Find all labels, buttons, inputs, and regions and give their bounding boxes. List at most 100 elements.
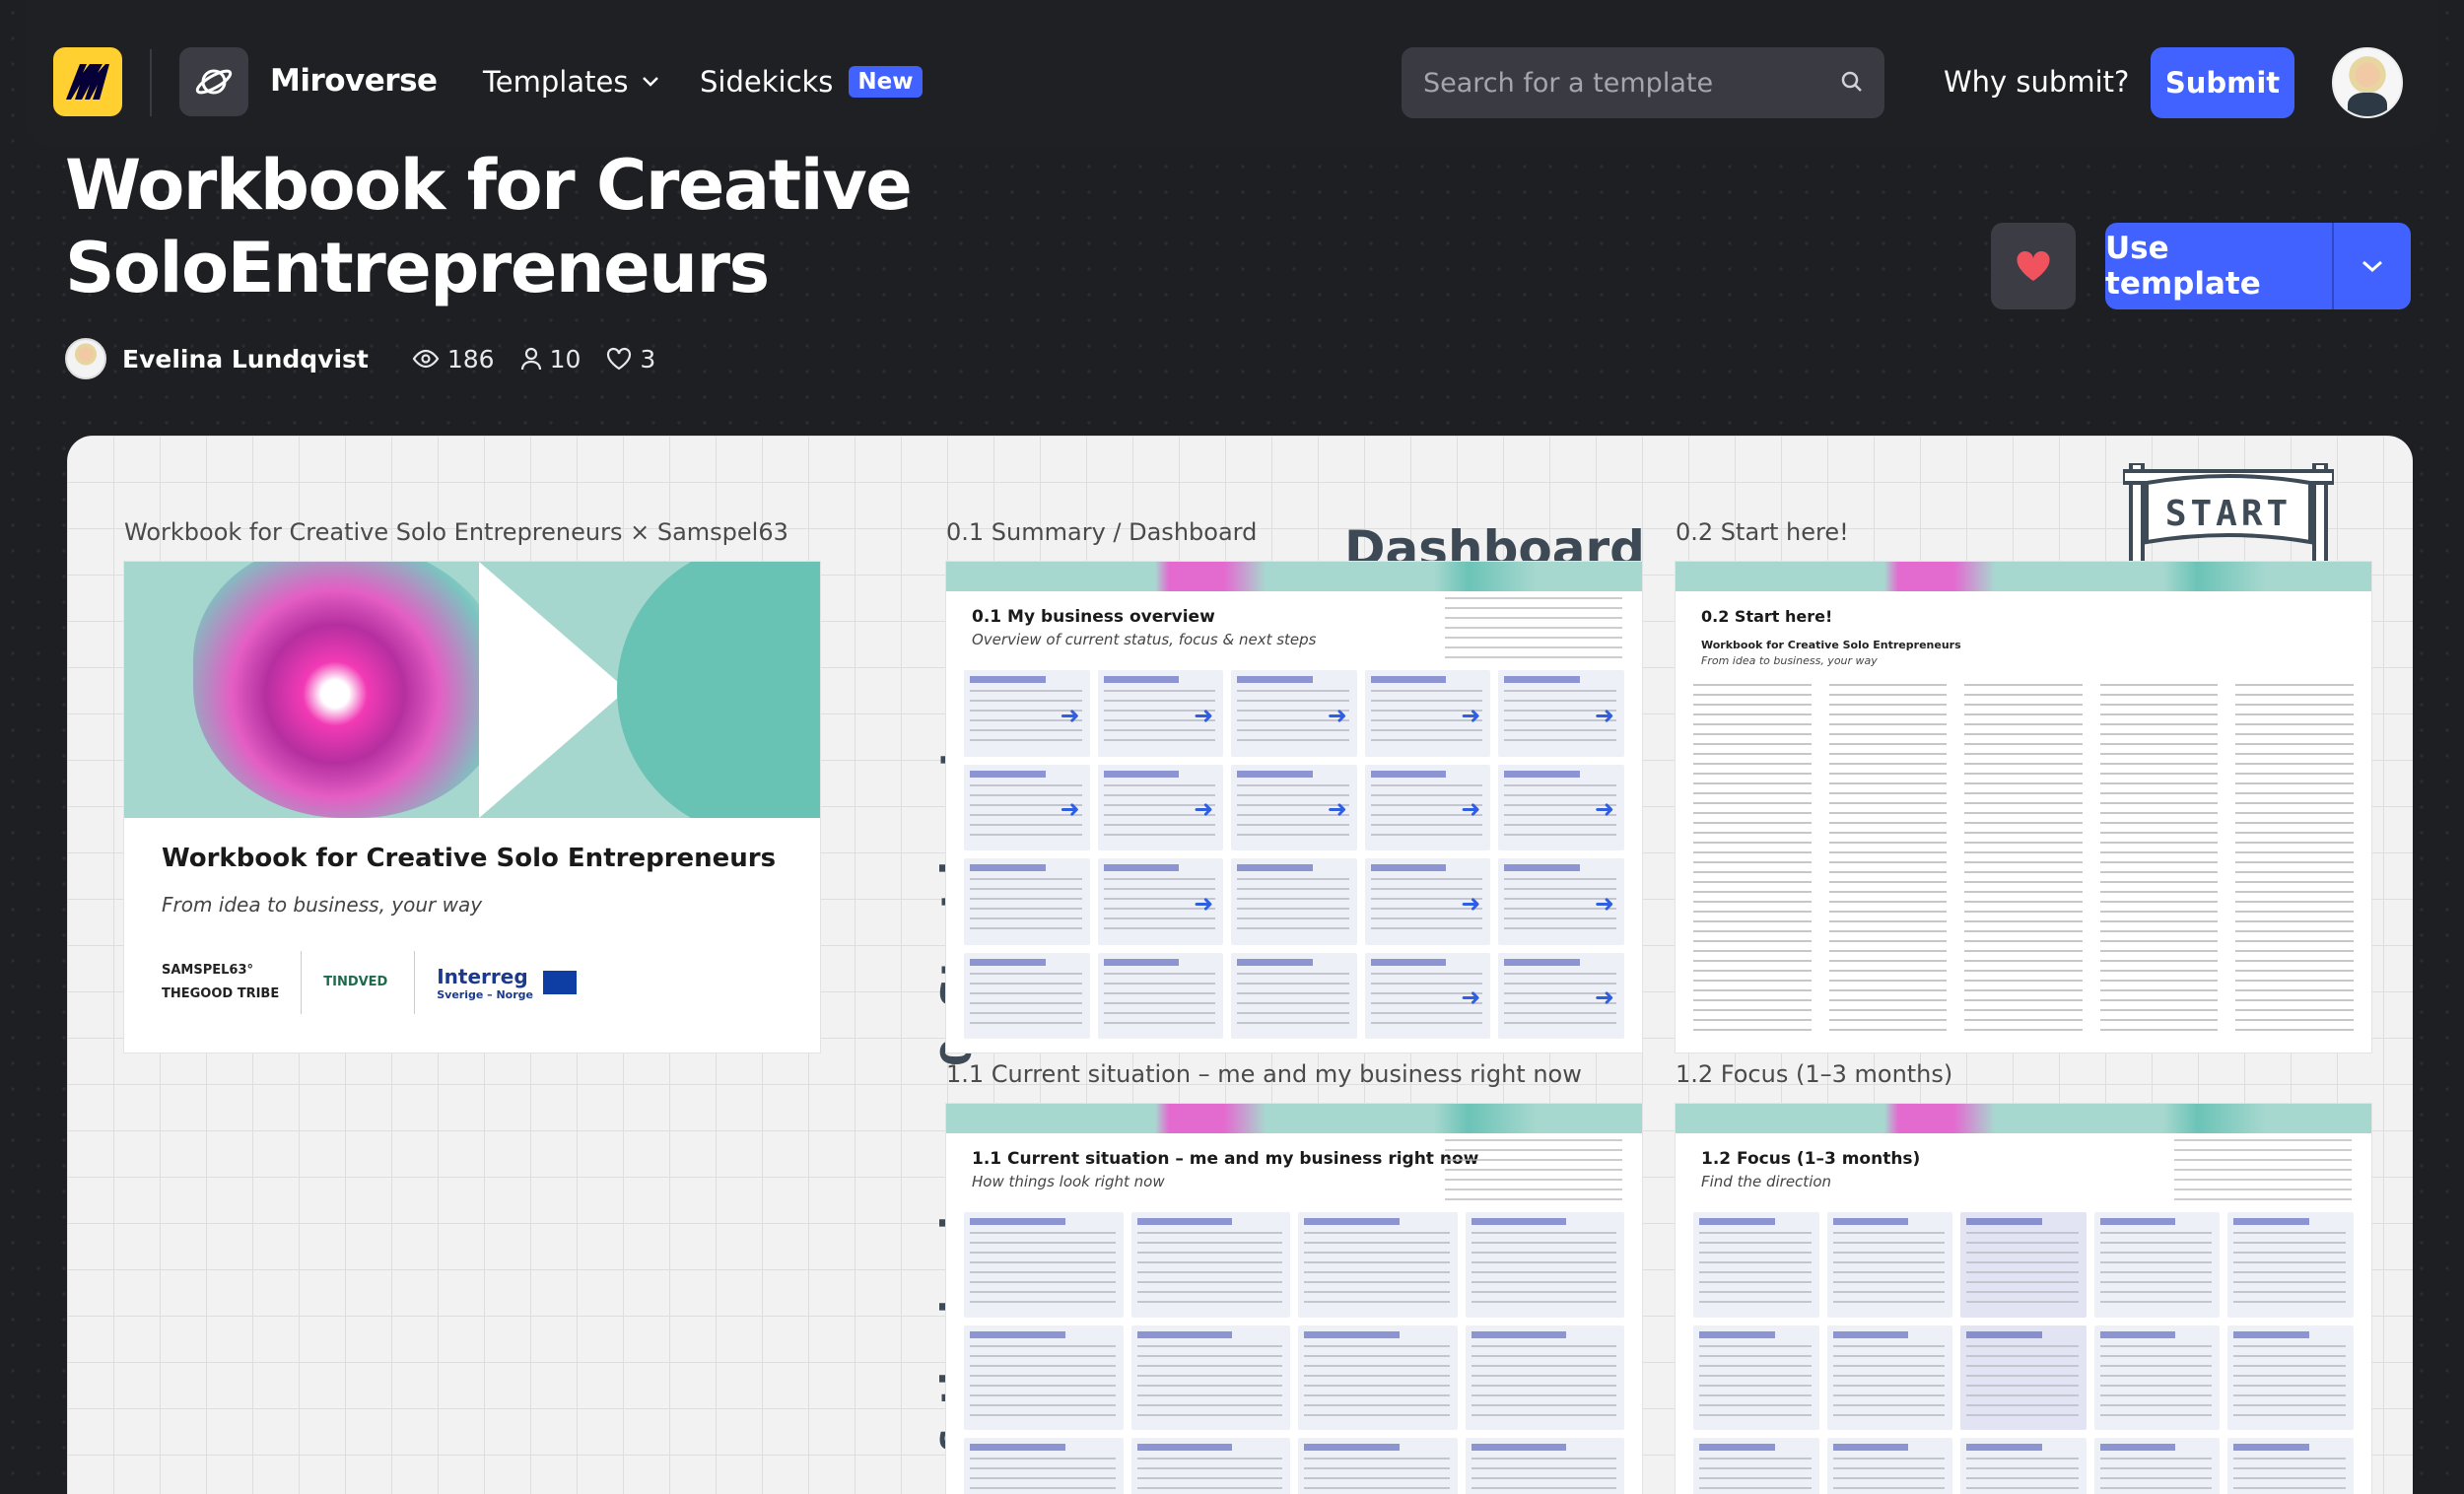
focus-card [2093, 1212, 2221, 1318]
summary-card: ➜ [1097, 670, 1224, 757]
summary-card [964, 952, 1090, 1039]
submit-button[interactable]: Submit [2151, 47, 2294, 118]
logo-separator [301, 951, 303, 1014]
focus-card [1826, 1438, 1953, 1494]
uses-stat: 10 [520, 345, 581, 374]
summary-card [1231, 858, 1357, 945]
arrow-right-icon: ➜ [1461, 701, 1481, 729]
cover-subheading: From idea to business, your way [162, 893, 483, 917]
focus-card [1960, 1438, 2087, 1494]
logo-interreg-text: Interreg Sverige – Norge [437, 965, 533, 1001]
summary-card [1097, 952, 1224, 1039]
start-sheet-title: 0.2 Start here! [1701, 607, 1833, 626]
use-template-button[interactable]: Use template [2105, 223, 2411, 309]
chevron-down-icon [2362, 260, 2382, 273]
focus-frame[interactable]: 1.2 Focus (1–3 months) Find the directio… [1676, 1104, 2371, 1494]
arrow-right-icon: ➜ [1060, 701, 1080, 729]
miroverse-icon-button[interactable] [179, 47, 248, 116]
page-title-line-1: Workbook for Creative [65, 145, 913, 226]
nav-templates-label: Templates [483, 65, 629, 99]
logo-interreg-region: Sverige – Norge [437, 987, 533, 1001]
focus-card [1693, 1324, 1819, 1431]
cover-partner-logos: SAMSPEL63° THEGOOD TRIBE TINDVED Interre… [162, 948, 792, 1017]
eu-flag-icon [543, 971, 577, 994]
brand-name[interactable]: Miroverse [270, 63, 438, 99]
start-sign-text: START [2165, 494, 2292, 534]
nav-sidekicks[interactable]: Sidekicks New [700, 65, 923, 99]
logo-samspel-text: SAMSPEL63° [162, 963, 254, 978]
page-title-line-2: SoloEntrepreneurs [65, 228, 770, 308]
arrow-right-icon: ➜ [1594, 701, 1614, 729]
sheet-header-band [1676, 1104, 2371, 1133]
summary-card: ➜ [1231, 670, 1357, 757]
arrow-right-icon: ➜ [1194, 889, 1214, 917]
text-column [2099, 684, 2219, 1039]
logo-interreg-name: Interreg [437, 964, 528, 988]
miro-logo[interactable] [53, 47, 122, 116]
focus-card [1960, 1324, 2087, 1431]
current-card [1130, 1324, 1290, 1431]
focus-card [2093, 1438, 2221, 1494]
focus-card-grid [1693, 1212, 2354, 1494]
user-avatar[interactable] [2332, 47, 2403, 118]
frame-title-current: 1.1 Current situation – me and my busine… [946, 1060, 1582, 1088]
summary-frame[interactable]: 0.1 My business overview Overview of cur… [946, 562, 1642, 1053]
summary-card: ➜ [1364, 858, 1491, 945]
current-card [964, 1324, 1124, 1431]
summary-sheet-title: 0.1 My business overview [972, 607, 1215, 627]
text-column [2235, 684, 2354, 1039]
logo-samspel: SAMSPEL63° THEGOOD TRIBE [162, 963, 279, 1002]
logo-goodtribe-text: THEGOOD TRIBE [162, 986, 280, 1001]
focus-card [2227, 1212, 2354, 1318]
author-row: Evelina Lundqvist 186 10 3 [65, 337, 681, 380]
arrow-right-icon: ➜ [1594, 795, 1614, 823]
current-card [1130, 1212, 1290, 1318]
current-card [964, 1212, 1124, 1318]
eye-icon [412, 349, 440, 369]
start-here-frame[interactable]: 0.2 Start here! Workbook for Creative So… [1676, 562, 2371, 1053]
nav-templates[interactable]: Templates [483, 65, 659, 99]
search-input[interactable] [1402, 47, 1884, 118]
frame-title-cover: Workbook for Creative Solo Entrepreneurs… [124, 518, 788, 546]
frame-title-start: 0.2 Start here! [1676, 518, 1849, 546]
arrow-right-icon: ➜ [1060, 795, 1080, 823]
focus-sheet-subtitle: Find the direction [1701, 1173, 1832, 1190]
start-text-columns [1693, 684, 2354, 1039]
cover-heading: Workbook for Creative Solo Entrepreneurs [162, 844, 777, 873]
author-name[interactable]: Evelina Lundqvist [122, 345, 369, 374]
sheet-header-band [946, 562, 1642, 591]
summary-card: ➜ [1498, 764, 1624, 850]
summary-card: ➜ [1097, 764, 1224, 850]
summary-card [1231, 952, 1357, 1039]
author-avatar[interactable] [65, 338, 106, 379]
focus-card [1960, 1212, 2087, 1318]
why-submit-link[interactable]: Why submit? [1944, 65, 2129, 99]
search-icon[interactable] [1839, 69, 1865, 95]
summary-card: ➜ [1097, 858, 1224, 945]
current-card [1298, 1212, 1458, 1318]
summary-card: ➜ [1498, 952, 1624, 1039]
summary-card: ➜ [1498, 670, 1624, 757]
summary-card-grid: ➜ ➜ ➜ ➜ ➜ ➜ ➜ ➜ ➜ ➜ ➜ ➜ ➜ ➜ ➜ [964, 670, 1624, 1039]
views-stat: 186 [412, 345, 495, 374]
arrow-right-icon: ➜ [1194, 701, 1214, 729]
current-card-grid [964, 1212, 1624, 1494]
text-column [1964, 684, 2083, 1039]
sheet-header-band [1676, 562, 2371, 591]
current-card [1465, 1212, 1624, 1318]
focus-card [1693, 1438, 1819, 1494]
board-preview[interactable]: Workbook for Creative Solo Entrepreneurs… [67, 436, 2413, 1494]
nav-sidekicks-label: Sidekicks [700, 65, 834, 99]
sheet-header-band [946, 1104, 1642, 1133]
logo-divider [150, 49, 152, 116]
current-card [964, 1438, 1124, 1494]
logo-interreg: Interreg Sverige – Norge [437, 965, 577, 1001]
chevron-down-icon [643, 77, 659, 87]
use-template-dropdown[interactable] [2334, 223, 2411, 309]
cover-frame[interactable]: Workbook for Creative Solo Entrepreneurs… [124, 562, 820, 1053]
current-card [1298, 1324, 1458, 1431]
summary-card: ➜ [964, 764, 1090, 850]
current-sheet-title: 1.1 Current situation – me and my busine… [972, 1149, 1479, 1169]
like-button[interactable] [1991, 223, 2076, 309]
current-situation-frame[interactable]: 1.1 Current situation – me and my busine… [946, 1104, 1642, 1494]
